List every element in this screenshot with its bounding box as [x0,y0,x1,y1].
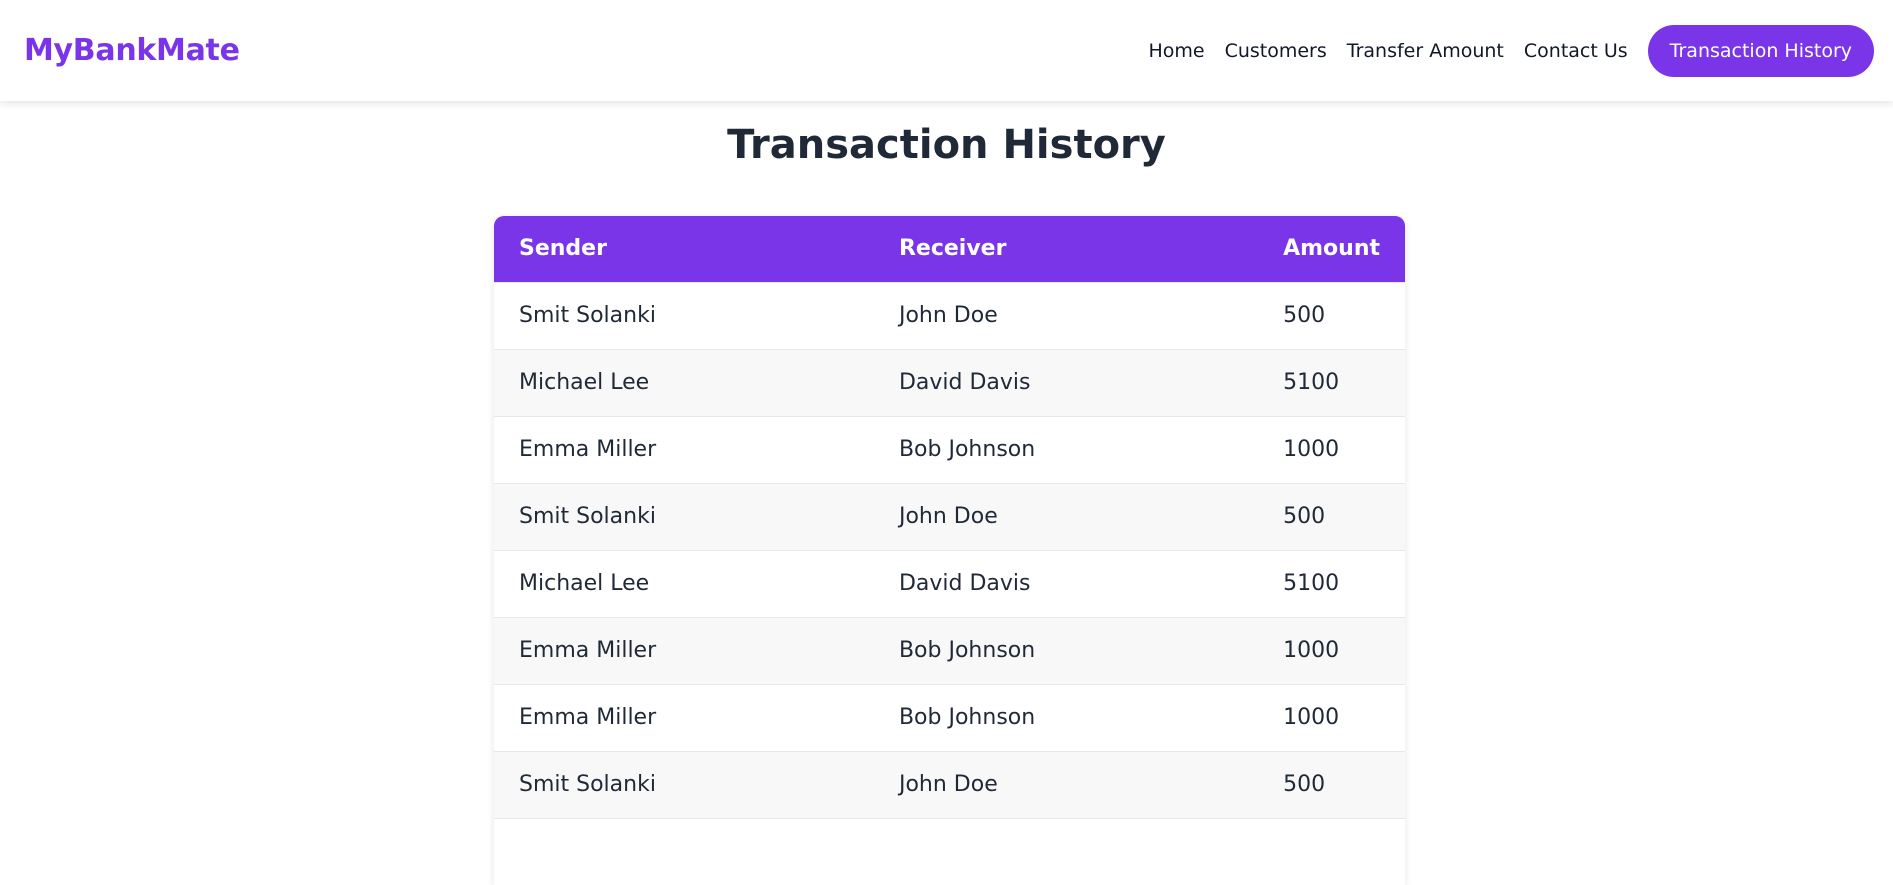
cell-receiver: Bob Johnson [898,638,1036,663]
table-row: Smit Solanki John Doe 500 [494,483,1405,550]
table-row: Emma Miller Bob Johnson 1000 [494,617,1405,684]
cell-amount: 500 [1283,504,1326,529]
cell-amount: 500 [1283,772,1326,797]
cell-sender: Smit Solanki [519,772,656,797]
table-row: Emma Miller Bob Johnson 1000 [494,416,1405,483]
header-amount: Amount [1283,236,1380,262]
cell-receiver: John Doe [898,504,998,529]
cell-sender [494,818,874,885]
transaction-history-button[interactable]: Transaction History [1647,24,1874,77]
cell-amount [1258,818,1405,885]
header-sender: Sender [519,236,607,262]
cell-receiver: David Davis [898,370,1031,395]
cell-sender: Emma Miller [519,437,657,462]
transactions-table: Sender Receiver Amount Smit Solanki John… [494,216,1405,885]
cell-sender: Michael Lee [519,571,650,596]
cell-sender: Smit Solanki [519,504,656,529]
cell-sender: Smit Solanki [519,303,656,328]
cell-sender: Emma Miller [519,705,657,730]
table-row: Smit Solanki John Doe 500 [494,751,1405,818]
cell-amount: 1000 [1283,437,1340,462]
table-header-row: Sender Receiver Amount [494,216,1405,282]
cell-receiver: John Doe [898,772,998,797]
table-row: Michael Lee David Davis 5100 [494,550,1405,617]
cell-receiver: Bob Johnson [898,705,1036,730]
table-row: Smit Solanki John Doe 500 [494,282,1405,349]
navbar: MyBankMate Home Customers Transfer Amoun… [0,0,1893,101]
nav-link-customers[interactable]: Customers [1225,40,1327,62]
page-title: Transaction History [727,122,1166,168]
header-receiver: Receiver [898,236,1007,262]
cell-receiver: David Davis [898,571,1031,596]
cell-amount: 500 [1283,303,1326,328]
brand-logo[interactable]: MyBankMate [24,33,240,68]
cell-amount: 5100 [1283,370,1340,395]
nav-link-transfer-amount[interactable]: Transfer Amount [1347,40,1504,62]
cell-sender: Michael Lee [519,370,650,395]
table-row [494,818,1405,885]
cell-amount: 5100 [1283,571,1340,596]
nav-link-contact-us[interactable]: Contact Us [1524,40,1628,62]
nav-links: Home Customers Transfer Amount Contact U… [1128,24,1874,77]
cell-amount: 1000 [1283,705,1340,730]
cell-amount: 1000 [1283,638,1340,663]
cell-receiver [874,818,1258,885]
cell-receiver: Bob Johnson [898,437,1036,462]
table-row: Emma Miller Bob Johnson 1000 [494,684,1405,751]
table-row: Michael Lee David Davis 5100 [494,349,1405,416]
cell-sender: Emma Miller [519,638,657,663]
nav-link-home[interactable]: Home [1148,40,1204,62]
cell-receiver: John Doe [898,303,998,328]
transactions-table-container: Sender Receiver Amount Smit Solanki John… [494,216,1405,885]
